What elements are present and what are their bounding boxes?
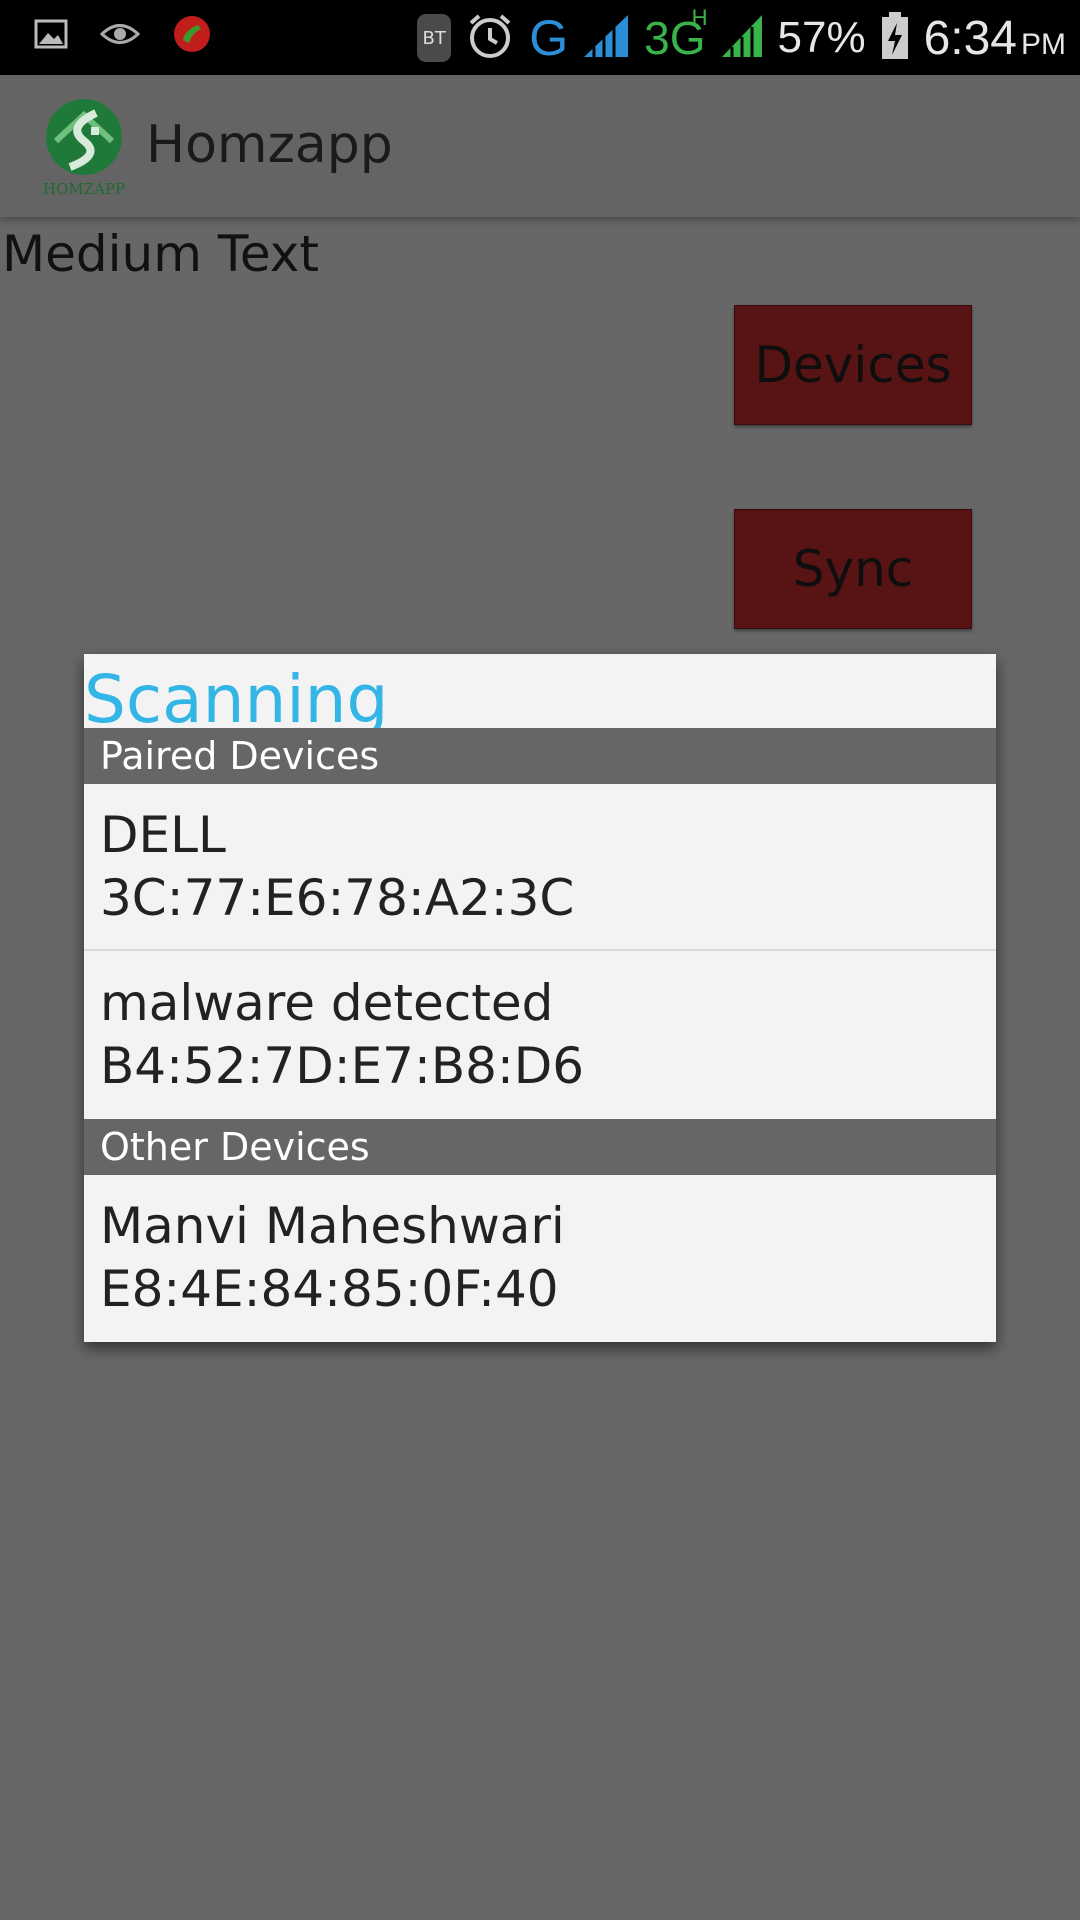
other-devices-header: Other Devices: [84, 1119, 996, 1175]
action-bar: HOMZAPP Homzapp: [0, 75, 1080, 217]
alarm-icon: [465, 11, 515, 65]
bluetooth-icon: BT: [417, 14, 452, 62]
device-name: Manvi Maheshwari: [100, 1197, 565, 1255]
time-ampm: PM: [1021, 27, 1066, 61]
homzapp-logo[interactable]: HOMZAPP: [36, 97, 132, 198]
signal-icon-green: [720, 13, 764, 63]
scanning-dialog: Scanning Paired Devices DELL 3C:77:E6:78…: [84, 654, 996, 1342]
clock: 6:34 PM: [924, 11, 1066, 66]
device-name: DELL: [100, 806, 226, 864]
status-bar: BT G 3G H 57% 6:34 PM: [0, 0, 1080, 75]
device-list-item[interactable]: malware detected B4:52:7D:E7:B8:D6: [84, 952, 996, 1119]
network-type-g: G: [529, 10, 569, 66]
battery-charging-icon: [880, 11, 910, 65]
image-icon: [34, 18, 68, 54]
battery-percent: 57%: [777, 13, 866, 62]
eye-icon: [99, 19, 141, 53]
notification-icons: [34, 14, 212, 58]
device-list-item[interactable]: Manvi Maheshwari E8:4E:84:85:0F:40: [84, 1175, 996, 1342]
dialog-title: Scanning: [84, 661, 389, 734]
app-title: Homzapp: [146, 115, 393, 175]
device-address: E8:4E:84:85:0F:40: [100, 1260, 559, 1318]
status-icons: BT G 3G H 57% 6:34 PM: [417, 6, 1066, 70]
device-name: malware detected: [100, 974, 554, 1032]
device-list-item[interactable]: DELL 3C:77:E6:78:A2:3C: [84, 784, 996, 951]
sync-button[interactable]: Sync: [734, 509, 972, 629]
call-icon: [172, 14, 212, 58]
device-address: B4:52:7D:E7:B8:D6: [100, 1037, 585, 1095]
paired-devices-header: Paired Devices: [84, 728, 996, 784]
time-text: 6:34: [923, 11, 1017, 65]
network-h-label: H: [691, 5, 708, 30]
medium-text-label: Medium Text: [2, 225, 319, 283]
network-type-3g: 3G H: [644, 7, 707, 62]
signal-icon-blue: [582, 13, 630, 63]
devices-button[interactable]: Devices: [734, 305, 972, 425]
svg-text:HOMZAPP: HOMZAPP: [43, 180, 125, 197]
device-address: 3C:77:E6:78:A2:3C: [100, 869, 575, 927]
